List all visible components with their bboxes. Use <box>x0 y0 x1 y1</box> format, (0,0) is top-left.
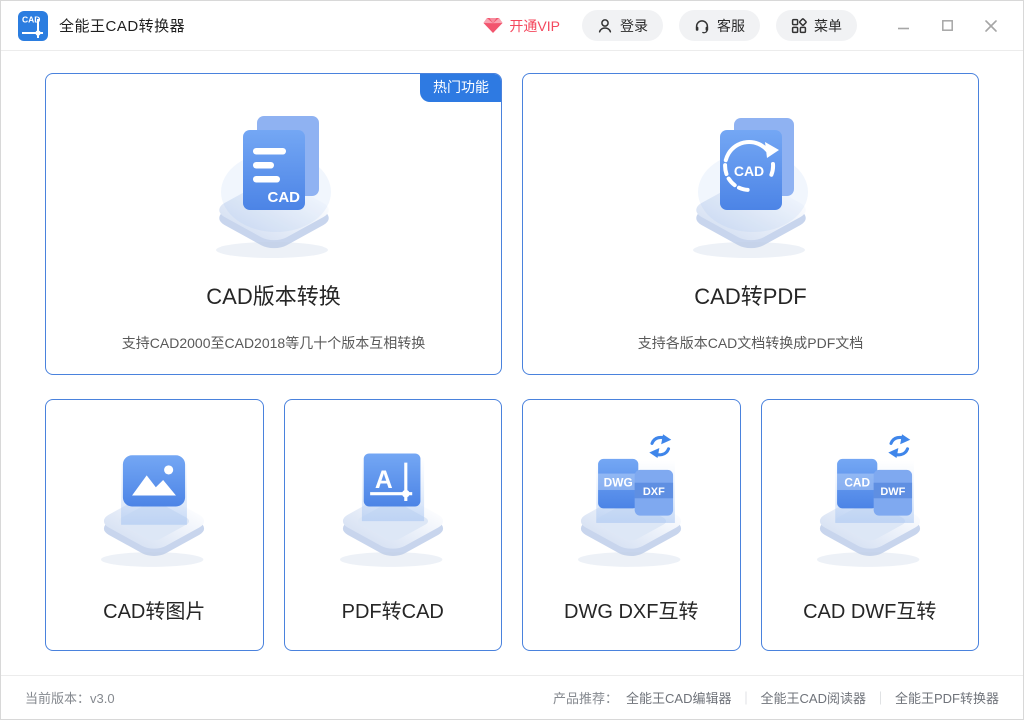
minimize-button[interactable] <box>885 10 921 42</box>
headset-icon <box>694 18 710 34</box>
card-cad-dwf-swap[interactable]: CAD DWF CAD DWF互转 <box>761 399 980 651</box>
window-controls <box>885 10 1009 42</box>
card-title: CAD转PDF <box>694 279 806 311</box>
footer-product-link[interactable]: 全能王PDF转换器 <box>895 688 999 707</box>
small-row: CAD转图片 A PDF转CAD <box>45 399 979 651</box>
card-pdf-to-cad[interactable]: A PDF转CAD <box>284 399 503 651</box>
svg-text:DWG: DWG <box>604 475 633 489</box>
card-subtitle: 支持CAD2000至CAD2018等几十个版本互相转换 <box>122 333 425 353</box>
card-subtitle: 支持各版本CAD文档转换成PDF文档 <box>638 333 864 353</box>
cad-dwf-swap-icon: CAD DWF <box>761 426 980 581</box>
gem-icon <box>483 17 503 34</box>
card-cad-version-convert[interactable]: 热门功能 CAD CAD版本转换 支持CAD2000至CAD2018等几十个版本… <box>45 73 502 375</box>
grid-menu-icon <box>791 18 807 34</box>
recommend-label: 产品推荐： <box>553 688 618 707</box>
svg-text:A: A <box>375 467 393 494</box>
card-title: PDF转CAD <box>342 595 444 624</box>
cad-to-image-icon <box>45 426 264 581</box>
version-value: v3.0 <box>90 691 115 706</box>
footer-product-link[interactable]: 全能王CAD阅读器 <box>761 688 866 707</box>
card-title: CAD版本转换 <box>206 279 340 311</box>
separator: ｜ <box>740 688 753 707</box>
cad-to-pdf-icon: CAD <box>631 100 871 277</box>
app-logo-icon: CAD <box>17 10 49 42</box>
login-label: 登录 <box>620 16 648 36</box>
card-title: DWG DXF互转 <box>564 595 698 624</box>
menu-label: 菜单 <box>814 16 842 36</box>
footer-product-link[interactable]: 全能王CAD编辑器 <box>626 688 731 707</box>
featured-row: 热门功能 CAD CAD版本转换 支持CAD2000至CAD2018等几十个版本… <box>45 73 979 375</box>
card-cad-to-pdf[interactable]: CAD CAD转PDF 支持各版本CAD文档转换成PDF文档 <box>522 73 979 375</box>
version-info: 当前版本：v3.0 <box>25 688 115 707</box>
cad-version-convert-icon: CAD <box>154 100 394 277</box>
version-label: 当前版本： <box>25 691 90 706</box>
svg-text:CAD: CAD <box>844 475 870 489</box>
app-identity: CAD 全能王CAD转换器 <box>17 10 185 42</box>
maximize-button[interactable] <box>929 10 965 42</box>
customer-service-button[interactable]: 客服 <box>679 10 760 41</box>
close-button[interactable] <box>973 10 1009 42</box>
pdf-to-cad-icon: A <box>284 426 503 581</box>
product-recommendations: 产品推荐： 全能王CAD编辑器 ｜ 全能王CAD阅读器 ｜ 全能王PDF转换器 <box>553 688 999 707</box>
hot-feature-badge: 热门功能 <box>420 73 502 102</box>
function-grid: 热门功能 CAD CAD版本转换 支持CAD2000至CAD2018等几十个版本… <box>1 51 1023 675</box>
app-title: 全能王CAD转换器 <box>59 15 185 36</box>
card-title: CAD转图片 <box>103 595 205 624</box>
user-icon <box>597 18 613 34</box>
svg-text:DWF: DWF <box>880 486 905 498</box>
service-label: 客服 <box>717 16 745 36</box>
titlebar-actions: 开通VIP 登录 客服 <box>483 10 1009 42</box>
card-title: CAD DWF互转 <box>803 595 936 624</box>
svg-text:CAD: CAD <box>733 163 763 179</box>
vip-label: 开通VIP <box>509 16 560 36</box>
dwg-dxf-swap-icon: DWG DXF <box>522 426 741 581</box>
status-bar: 当前版本：v3.0 产品推荐： 全能王CAD编辑器 ｜ 全能王CAD阅读器 ｜ … <box>1 675 1023 719</box>
svg-text:DXF: DXF <box>643 486 665 498</box>
vip-button[interactable]: 开通VIP <box>483 16 560 36</box>
separator: ｜ <box>874 688 887 707</box>
login-button[interactable]: 登录 <box>582 10 663 41</box>
card-cad-to-image[interactable]: CAD转图片 <box>45 399 264 651</box>
title-bar: CAD 全能王CAD转换器 开通VIP <box>1 1 1023 51</box>
menu-button[interactable]: 菜单 <box>776 10 857 41</box>
svg-text:CAD: CAD <box>267 189 300 206</box>
card-dwg-dxf-swap[interactable]: DWG DXF DWG DXF互转 <box>522 399 741 651</box>
